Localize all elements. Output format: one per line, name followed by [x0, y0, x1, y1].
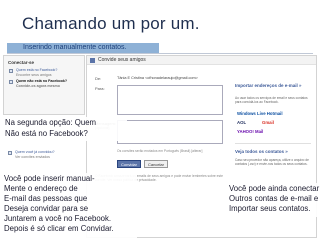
caption-right-line-3: Importar seus contatos.: [229, 204, 311, 213]
who-invited-link[interactable]: Quem você já convidou? Ver convites envi…: [8, 150, 55, 159]
divider: [235, 143, 311, 144]
sidebar-item-who-is-on-facebook[interactable]: Quem está no Facebook? Encontre seus ami…: [9, 68, 57, 77]
caption-middle-line-2: Não está no Facebook?: [5, 129, 88, 138]
invite-panel-title: Convide seus amigos: [98, 57, 146, 63]
import-contacts-link[interactable]: Importar endereços de e-mail »: [235, 83, 302, 88]
caption-right-line-1: Você pode ainda conectar: [229, 184, 320, 193]
more-contacts-description: Caso seu provedor não apareça, utilize o…: [235, 158, 309, 166]
more-contacts-link[interactable]: Veja todos os contatos »: [235, 149, 288, 154]
language-note[interactable]: Os convites serão enviados em Português …: [117, 149, 202, 153]
title-divider: [7, 53, 313, 54]
sidebar-item-sublabel: Convide-os agora mesmo: [16, 83, 60, 88]
invite-icon: [9, 80, 13, 84]
to-field[interactable]: [117, 85, 223, 115]
message-field[interactable]: [117, 120, 223, 144]
caption-bottom-line-4: Deseja convidar para se: [4, 204, 89, 213]
people-icon: [8, 151, 12, 155]
people-icon: [9, 69, 13, 73]
envelope-icon: [90, 58, 95, 63]
slide-title: Chamando um por um.: [22, 14, 200, 33]
sidebar-item-who-is-not-on-facebook[interactable]: Quem não está no Facebook? Convide-os ag…: [9, 79, 67, 88]
cancel-button[interactable]: Cancelar: [144, 160, 168, 168]
caption-middle-line-1: Na segunda opção: Quem: [5, 118, 97, 127]
invite-button[interactable]: Convidar: [117, 160, 141, 168]
aol-logo[interactable]: AOL: [237, 120, 246, 125]
to-label: Para:: [95, 86, 105, 91]
subtitle-text: Inserindo manualmente contatos.: [23, 44, 127, 51]
sidebar-item-sublabel: Encontre seus amigos: [16, 72, 52, 77]
invite-panel-header: Convide seus amigos: [87, 56, 316, 65]
yahoo-logo[interactable]: YAHOO! Mail: [237, 129, 263, 134]
from-label: De:: [95, 76, 102, 81]
who-invited-sublabel: Ver convites enviados: [15, 154, 50, 159]
gmail-logo[interactable]: Gmail: [262, 120, 274, 125]
caption-right-line-2: Outros contas de e-mail e: [229, 194, 319, 203]
caption-bottom-line-3: E-mail das pessoas que: [4, 194, 88, 203]
caption-bottom-line-6: Depois é só clicar em Convidar.: [4, 224, 114, 233]
sidebar-heading: Conectar-se: [8, 60, 35, 65]
import-contacts-label: Importar endereços de e-mail »: [235, 83, 302, 88]
subtitle-bar: Inserindo manualmente contatos.: [7, 43, 159, 53]
import-description: Ao usar todos os serviços de email e seu…: [235, 96, 308, 104]
hotmail-logo[interactable]: Windows Live Hotmail: [237, 111, 283, 116]
caption-bottom-line-1: Você pode inserir manual-: [4, 174, 95, 183]
from-value: Tânia E Cristina <ofhonadelaraujo@gmail.…: [117, 76, 198, 80]
caption-bottom-line-5: Juntarem a você no Facebook.: [4, 214, 112, 223]
caption-bottom-line-2: Mente o endereço de: [4, 184, 78, 193]
sidebar-panel: Conectar-se Quem está no Facebook? Encon…: [3, 55, 85, 115]
